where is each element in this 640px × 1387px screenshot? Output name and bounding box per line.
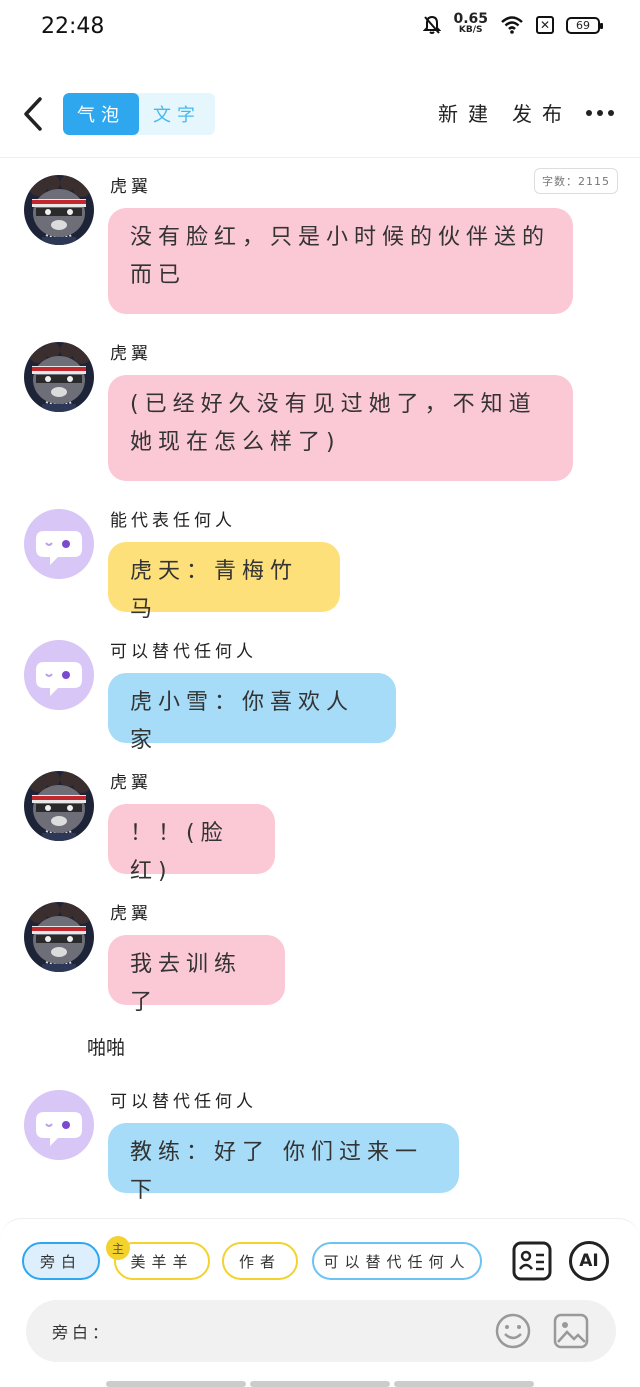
more-icon[interactable] bbox=[586, 110, 614, 116]
chat-bubble-avatar[interactable] bbox=[24, 1090, 94, 1160]
speaker-name: 虎翼 bbox=[110, 177, 152, 197]
speaker-name: 虎翼 bbox=[110, 773, 152, 793]
message-bubble[interactable]: ！！(脸红) bbox=[108, 804, 275, 884]
speaker-name: 虎翼 bbox=[110, 904, 152, 924]
speaker-name: 可以替代任何人 bbox=[110, 1092, 257, 1112]
status-bar: 22:48 0.65 KB/S ✕ 69 bbox=[0, 0, 640, 60]
ai-button[interactable]: AI bbox=[569, 1241, 609, 1281]
new-button[interactable]: 新建 bbox=[438, 98, 498, 127]
bell-muted-icon bbox=[423, 15, 442, 34]
net-speed: 0.65 KB/S bbox=[453, 11, 488, 35]
battery-level: 69 bbox=[576, 18, 590, 32]
wifi-icon bbox=[501, 16, 523, 34]
x-box-icon: ✕ bbox=[536, 16, 554, 34]
speaker-name: 可以替代任何人 bbox=[110, 642, 257, 662]
tab-bubble[interactable]: 气泡 bbox=[63, 93, 139, 135]
tiger-avatar[interactable] bbox=[24, 342, 94, 412]
narration-text[interactable]: 啪啪 bbox=[87, 1033, 125, 1060]
role-chip-anyone[interactable]: 可以替代任何人 bbox=[312, 1242, 482, 1280]
id-card-icon[interactable] bbox=[512, 1241, 552, 1281]
chat-bubble-avatar[interactable] bbox=[24, 509, 94, 579]
message-bubble[interactable]: (已经好久没有见过她了，不知道她现在怎么样了) bbox=[108, 375, 573, 481]
input-bar: 旁白： bbox=[26, 1300, 616, 1362]
tiger-avatar[interactable] bbox=[24, 902, 94, 972]
message-bubble[interactable]: 虎天：青梅竹马 bbox=[108, 542, 340, 622]
message-bubble[interactable]: 教练：好了 你们过来一下 bbox=[108, 1123, 459, 1203]
tab-text[interactable]: 文字 bbox=[139, 93, 215, 135]
message-bubble[interactable]: 虎小雪：你喜欢人家 bbox=[108, 673, 396, 753]
home-indicator bbox=[106, 1381, 246, 1387]
role-chip-narrator[interactable]: 旁白 bbox=[22, 1242, 100, 1280]
status-time: 22:48 bbox=[41, 14, 105, 39]
image-icon[interactable] bbox=[552, 1312, 590, 1350]
role-chip-author[interactable]: 作者 bbox=[222, 1242, 298, 1280]
host-badge: 主 bbox=[106, 1236, 130, 1260]
input-role-label: 旁白： bbox=[52, 1323, 113, 1342]
emoji-icon[interactable] bbox=[494, 1312, 532, 1350]
publish-button[interactable]: 发布 bbox=[512, 98, 572, 127]
chat-bubble-avatar[interactable] bbox=[24, 640, 94, 710]
tiger-avatar[interactable] bbox=[24, 175, 94, 245]
message-bubble[interactable]: 没有脸红，只是小时候的伙伴送的而已 bbox=[108, 208, 573, 314]
home-indicator bbox=[250, 1381, 390, 1387]
message-input[interactable] bbox=[106, 1314, 486, 1348]
view-mode-toggle: 气泡 文字 bbox=[63, 93, 215, 135]
speaker-name: 虎翼 bbox=[110, 344, 152, 364]
tiger-avatar[interactable] bbox=[24, 771, 94, 841]
editor-header: 气泡 文字 新建 发布 bbox=[0, 80, 640, 158]
speaker-name: 能代表任何人 bbox=[110, 511, 236, 531]
message-bubble[interactable]: 我去训练了 bbox=[108, 935, 285, 1015]
word-count: 字数：2115 bbox=[534, 168, 618, 194]
home-indicator bbox=[394, 1381, 534, 1387]
back-icon[interactable] bbox=[20, 94, 50, 134]
status-icons: 0.65 KB/S ✕ 69 bbox=[423, 11, 603, 36]
battery-icon: 69 bbox=[566, 16, 603, 34]
